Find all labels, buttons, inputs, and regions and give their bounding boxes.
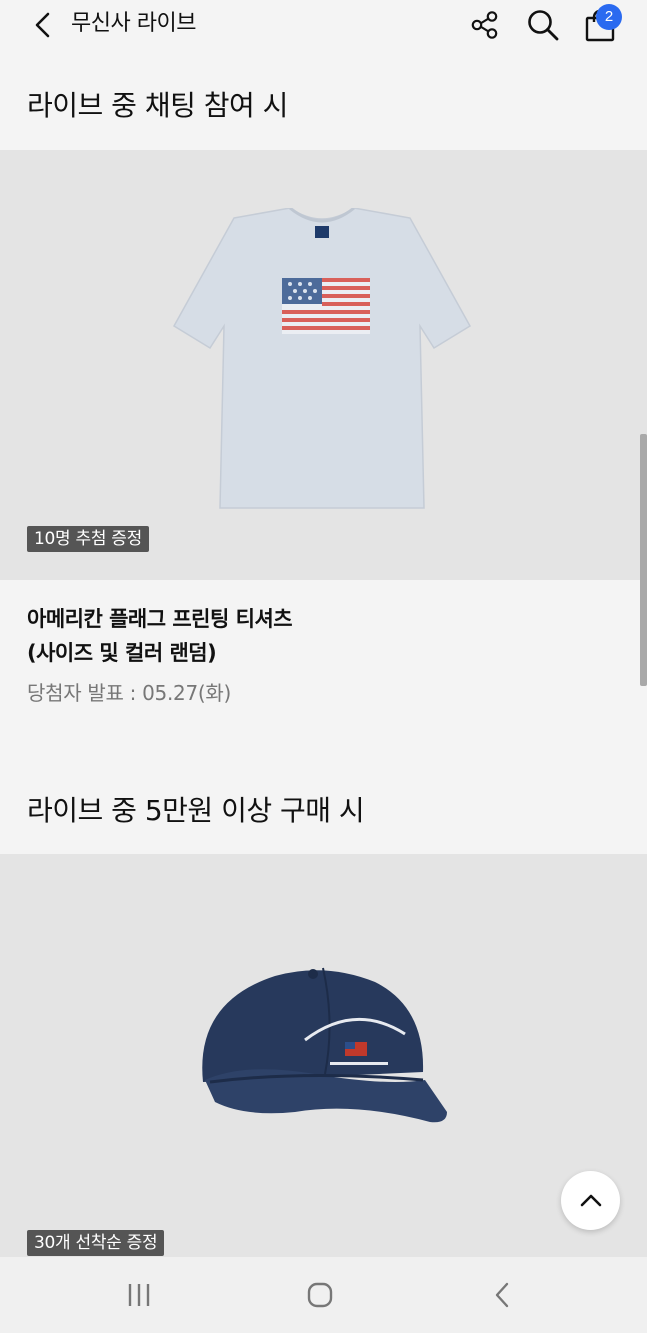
gift-condition-badge: 30개 선착순 증정 — [27, 1230, 165, 1256]
page-title: 무신사 라이브 — [71, 11, 196, 36]
search-button[interactable] — [524, 6, 562, 44]
section-title: 라이브 중 채팅 참여 시 — [27, 89, 288, 122]
scrollbar-thumb[interactable] — [640, 434, 647, 686]
product-name[interactable]: 아메리칸 플래그 프린팅 티셔츠 (사이즈 및 컬러 랜덤) — [27, 602, 587, 670]
product-image-panel[interactable]: 10명 추첨 증정 — [0, 150, 647, 580]
back-button[interactable] — [26, 8, 60, 42]
product-image-panel[interactable]: 30개 선착순 증정 — [0, 854, 647, 1257]
back-icon — [495, 1282, 509, 1308]
scroll-to-top-button[interactable] — [561, 1171, 620, 1230]
recent-apps-button[interactable] — [119, 1277, 159, 1313]
chevron-up-icon — [580, 1194, 601, 1206]
cart-count-badge: 2 — [596, 4, 622, 30]
winner-announcement: 당첨자 발표 : 05.27(화) — [27, 681, 231, 705]
product-name-line: 아메리칸 플래그 프린팅 티셔츠 — [27, 607, 293, 631]
recent-apps-icon — [128, 1284, 150, 1306]
search-icon — [528, 10, 559, 41]
app-header: 무신사 라이브 2 — [0, 0, 647, 50]
share-button[interactable] — [466, 6, 504, 44]
home-icon — [307, 1282, 333, 1308]
cap-product-image — [202, 967, 447, 1123]
home-button[interactable] — [300, 1277, 340, 1313]
gift-condition-badge: 10명 추첨 증정 — [27, 526, 149, 552]
section-title: 라이브 중 5만원 이상 구매 시 — [27, 794, 365, 827]
system-navigation-bar — [0, 1257, 647, 1333]
tshirt-product-image — [172, 208, 472, 509]
chevron-left-icon — [35, 12, 50, 38]
system-back-button[interactable] — [482, 1277, 522, 1313]
product-name-line: (사이즈 및 컬러 랜덤) — [27, 641, 217, 665]
share-icon — [471, 11, 498, 39]
